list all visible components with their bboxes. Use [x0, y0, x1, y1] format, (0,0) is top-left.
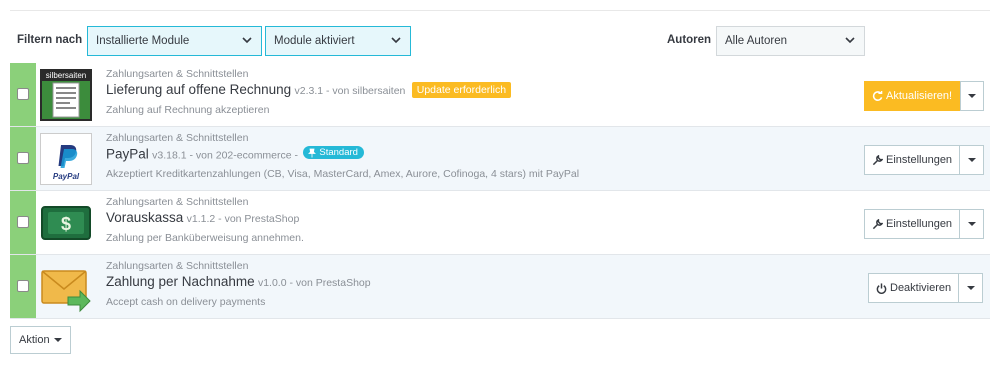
envelope-arrow-icon	[41, 270, 91, 313]
module-category: Zahlungsarten & Schnittstellen	[106, 68, 249, 80]
module-dropdown-toggle[interactable]	[960, 145, 985, 175]
module-logo	[40, 261, 92, 313]
module-type-select[interactable]: Installierte Module	[87, 26, 262, 56]
module-version: v3.18.1 - von 202-ecommerce -	[152, 149, 299, 162]
standard-badge-label: Standard	[319, 147, 358, 158]
module-checkbox[interactable]	[17, 152, 29, 164]
module-logo: $	[40, 197, 92, 249]
caret-down-icon	[966, 286, 975, 290]
settings-button-label: Einstellungen	[886, 218, 953, 230]
module-version: v1.0.0 - von PrestaShop	[257, 277, 371, 289]
module-category: Zahlungsarten & Schnittstellen	[106, 196, 249, 208]
module-version: v1.1.2 - von PrestaShop	[186, 213, 300, 225]
module-list: silbersaiten Zahlungsarten & Schnittstel…	[10, 63, 990, 319]
module-row: Zahlungsarten & Schnittstellen Zahlung p…	[10, 255, 990, 319]
bulk-action-button[interactable]: Aktion	[10, 326, 71, 354]
module-status-value: Module aktiviert	[274, 35, 355, 47]
module-dropdown-toggle[interactable]	[960, 209, 985, 239]
module-description: Accept cash on delivery payments	[106, 296, 266, 308]
deactivate-button[interactable]: Deaktivieren	[868, 273, 960, 303]
top-divider	[10, 10, 990, 11]
authors-value: Alle Autoren	[725, 35, 788, 47]
module-row: silbersaiten Zahlungsarten & Schnittstel…	[10, 63, 990, 127]
pin-icon	[308, 148, 317, 157]
authors-label: Autoren	[667, 34, 712, 46]
module-action-group: Aktualisieren!	[864, 81, 985, 111]
module-description: Zahlung auf Rechnung akzeptieren	[106, 104, 270, 116]
wrench-icon	[872, 218, 883, 230]
module-checkbox[interactable]	[17, 280, 29, 292]
module-action-group: Deaktivieren	[868, 273, 984, 303]
module-checkbox[interactable]	[17, 216, 29, 228]
settings-button[interactable]: Einstellungen	[864, 145, 961, 175]
module-action-group: Einstellungen	[864, 145, 985, 175]
module-type-value: Installierte Module	[96, 35, 190, 47]
refresh-icon	[872, 90, 883, 102]
module-description: Zahlung per Banküberweisung annehmen.	[106, 232, 304, 244]
wrench-icon	[872, 154, 883, 166]
module-name: Zahlung per Nachnahme	[106, 274, 255, 289]
module-row: PayPal Zahlungsarten & Schnittstellen Pa…	[10, 127, 990, 191]
settings-button-label: Einstellungen	[886, 154, 953, 166]
filter-bar: Filtern nach Installierte Module Module …	[10, 14, 990, 65]
module-logo-text: silbersaiten	[46, 71, 86, 80]
caret-down-icon	[967, 222, 976, 226]
authors-select[interactable]: Alle Autoren	[716, 26, 865, 56]
module-row: $ Zahlungsarten & Schnittstellen Vorausk…	[10, 191, 990, 255]
module-logo: silbersaiten	[40, 69, 92, 121]
module-checkbox[interactable]	[17, 88, 29, 100]
module-category: Zahlungsarten & Schnittstellen	[106, 132, 249, 144]
module-name: Vorauskassa	[106, 210, 184, 225]
module-version: v2.3.1 - von silbersaiten	[294, 85, 406, 97]
standard-badge: Standard	[303, 146, 364, 159]
caret-down-icon	[967, 158, 976, 162]
deactivate-button-label: Deaktivieren	[890, 282, 952, 294]
update-button[interactable]: Aktualisieren!	[864, 81, 961, 111]
settings-button[interactable]: Einstellungen	[864, 209, 961, 239]
module-category: Zahlungsarten & Schnittstellen	[106, 260, 249, 272]
bulk-action-label: Aktion	[19, 334, 50, 346]
update-required-badge: Update erforderlich	[411, 82, 512, 98]
update-button-label: Aktualisieren!	[886, 90, 953, 102]
module-status-select[interactable]: Module aktiviert	[265, 26, 411, 56]
module-action-group: Einstellungen	[864, 209, 985, 239]
filter-label: Filtern nach	[17, 34, 83, 46]
module-logo-text: PayPal	[53, 172, 80, 181]
module-description: Akzeptiert Kreditkartenzahlungen (CB, Vi…	[106, 168, 580, 180]
module-name: PayPal	[106, 146, 149, 162]
chevron-down-icon	[242, 37, 252, 44]
chevron-down-icon	[845, 37, 855, 44]
caret-down-icon	[968, 94, 977, 98]
module-logo-text: $	[61, 214, 71, 234]
module-dropdown-toggle[interactable]	[960, 81, 985, 111]
power-icon	[876, 282, 887, 294]
module-name: Lieferung auf offene Rechnung	[106, 82, 292, 97]
chevron-down-icon	[391, 37, 401, 44]
module-dropdown-toggle[interactable]	[959, 273, 984, 303]
caret-down-icon	[53, 338, 62, 342]
module-logo: PayPal	[40, 133, 92, 185]
